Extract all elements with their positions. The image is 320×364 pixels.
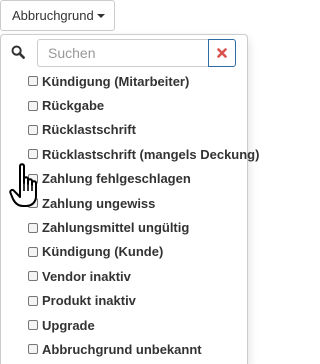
option-produkt-inaktiv[interactable]: Produkt inaktiv [1,289,247,313]
option-checkbox[interactable] [28,76,38,87]
option-label: Produkt inaktiv [42,293,136,309]
option-abbruchgrund-unbekannt[interactable]: Abbruchgrund unbekannt [1,337,247,361]
option-checkbox[interactable] [28,149,38,160]
option-checkbox[interactable] [28,124,38,135]
option-label: Kündigung (Mitarbeiter) [42,73,190,89]
option-upgrade[interactable]: Upgrade [1,313,247,337]
option-label: Vendor inaktiv [42,268,131,284]
option-checkbox[interactable] [28,344,38,355]
caret-down-icon [96,14,105,18]
option-checkbox[interactable] [28,198,38,209]
option-label: Abbruchgrund unbekannt [42,341,202,357]
option-label: Upgrade [42,317,95,333]
option-label: Rückgabe [42,98,105,114]
option-checkbox[interactable] [28,100,38,111]
screen: Abbruchgrund Kündigung (Mitarbeiter) Rüc… [0,0,270,364]
search-icon [1,35,35,69]
option-label: Zahlung fehlgeschlagen [42,171,191,187]
option-ruecklastschrift-mangels-deckung[interactable]: Rücklastschrift (mangels Deckung) [1,142,259,166]
option-zahlungsmittel-ungueltig[interactable]: Zahlungsmittel ungültig [1,215,247,239]
dropdown-button-label: Abbruchgrund [12,8,94,23]
option-label: Rücklastschrift (mangels Deckung) [42,146,260,162]
clear-search-button[interactable] [208,39,236,67]
option-checkbox[interactable] [28,246,38,257]
abbruchgrund-dropdown-button[interactable]: Abbruchgrund [0,0,115,31]
option-checkbox[interactable] [28,320,38,331]
option-label: Kündigung (Kunde) [42,244,164,260]
option-zahlung-fehlgeschlagen[interactable]: Zahlung fehlgeschlagen [1,167,247,191]
option-ruecklastschrift[interactable]: Rücklastschrift [1,118,247,142]
close-icon [217,48,227,58]
option-checkbox[interactable] [28,271,38,282]
option-kuendigung-kunde[interactable]: Kündigung (Kunde) [1,240,247,264]
option-kuendigung-mitarbeiter[interactable]: Kündigung (Mitarbeiter) [1,69,247,93]
option-checkbox[interactable] [28,222,38,233]
option-label: Rücklastschrift [42,122,136,138]
option-vendor-inaktiv[interactable]: Vendor inaktiv [1,264,247,288]
option-list: Kündigung (Mitarbeiter) Rückgabe Rücklas… [1,69,259,362]
dropdown-menu: Kündigung (Mitarbeiter) Rückgabe Rücklas… [0,34,259,364]
search-input[interactable] [37,39,209,67]
option-label: Zahlung ungewiss [42,195,156,211]
option-checkbox[interactable] [28,295,38,306]
option-checkbox[interactable] [28,173,38,184]
option-label: Zahlungsmittel ungültig [42,220,190,236]
search-row [1,35,247,69]
option-zahlung-ungewiss[interactable]: Zahlung ungewiss [1,191,247,215]
option-rueckgabe[interactable]: Rückgabe [1,93,247,117]
